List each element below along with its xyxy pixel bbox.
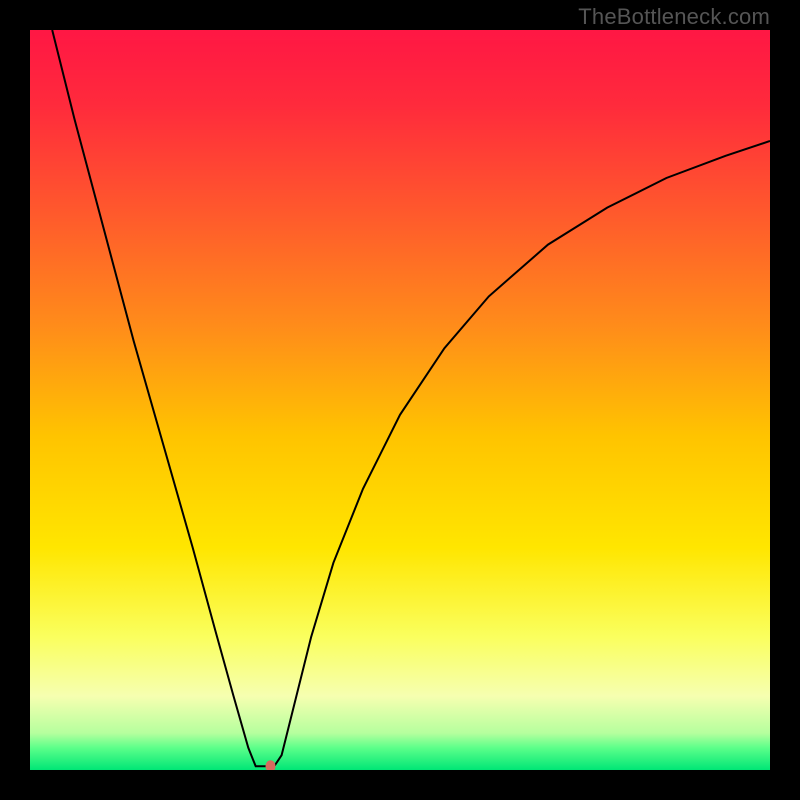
gradient-background [30,30,770,770]
watermark-text: TheBottleneck.com [578,4,770,30]
chart-frame: TheBottleneck.com [0,0,800,800]
chart-svg [30,30,770,770]
plot-area [30,30,770,770]
